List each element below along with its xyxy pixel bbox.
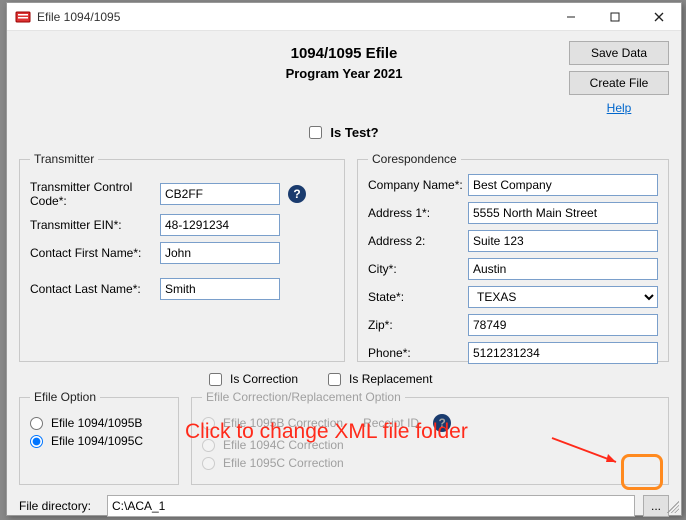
is-test-checkbox[interactable] xyxy=(309,126,322,139)
is-replacement-label[interactable]: Is Replacement xyxy=(328,372,432,386)
file-directory-label: File directory: xyxy=(19,499,99,513)
is-replacement-text: Is Replacement xyxy=(349,372,432,386)
resize-grip-icon[interactable] xyxy=(667,501,679,513)
addr2-label: Address 2: xyxy=(368,234,468,248)
page-title: 1094/1095 Efile xyxy=(119,45,569,62)
city-input[interactable] xyxy=(468,258,658,280)
is-replacement-checkbox[interactable] xyxy=(328,373,341,386)
efile-correction-legend: Efile Correction/Replacement Option xyxy=(202,390,405,404)
close-button[interactable] xyxy=(637,3,681,31)
state-label: State*: xyxy=(368,290,468,304)
first-name-input[interactable] xyxy=(160,242,280,264)
page-subtitle: Program Year 2021 xyxy=(119,66,569,81)
ein-input[interactable] xyxy=(160,214,280,236)
phone-label: Phone*: xyxy=(368,346,468,360)
help-icon: ? xyxy=(433,414,451,432)
receipt-id-label: Receipt ID xyxy=(363,416,419,430)
browse-button[interactable]: ... xyxy=(643,495,669,517)
control-code-label: Transmitter Control Code*: xyxy=(30,180,160,208)
corespondence-legend: Corespondence xyxy=(368,152,461,166)
app-window: Efile 1094/1095 1094/1095 Efile Program … xyxy=(6,2,682,516)
ein-label: Transmitter EIN*: xyxy=(30,218,160,232)
create-file-button[interactable]: Create File xyxy=(569,71,669,95)
last-name-input[interactable] xyxy=(160,278,280,300)
efile-1095c-radio[interactable] xyxy=(30,435,43,448)
file-directory-input[interactable] xyxy=(107,495,635,517)
efile-correction-group: Efile Correction/Replacement Option Efil… xyxy=(191,390,669,485)
save-data-button[interactable]: Save Data xyxy=(569,41,669,65)
content-area: 1094/1095 Efile Program Year 2021 Save D… xyxy=(7,31,681,515)
efile-1095b-radio[interactable] xyxy=(30,417,43,430)
corr-1095c-radio xyxy=(202,457,215,470)
addr1-input[interactable] xyxy=(468,202,658,224)
state-select[interactable]: TEXAS xyxy=(468,286,658,308)
addr1-label: Address 1*: xyxy=(368,206,468,220)
help-icon[interactable]: ? xyxy=(288,185,306,203)
maximize-button[interactable] xyxy=(593,3,637,31)
control-code-input[interactable] xyxy=(160,183,280,205)
help-link[interactable]: Help xyxy=(569,101,669,115)
is-test-text: Is Test? xyxy=(330,125,378,140)
city-label: City*: xyxy=(368,262,468,276)
is-test-checkbox-label[interactable]: Is Test? xyxy=(309,125,378,140)
company-label: Company Name*: xyxy=(368,178,468,192)
zip-input[interactable] xyxy=(468,314,658,336)
title-bar: Efile 1094/1095 xyxy=(7,3,681,31)
company-input[interactable] xyxy=(468,174,658,196)
window-title: Efile 1094/1095 xyxy=(37,10,549,24)
is-correction-text: Is Correction xyxy=(230,372,298,386)
corr-1095b-label: Efile 1095B Correction xyxy=(223,416,343,430)
zip-label: Zip*: xyxy=(368,318,468,332)
phone-input[interactable] xyxy=(468,342,658,364)
corespondence-group: Corespondence Company Name*: Address 1*:… xyxy=(357,152,669,362)
is-correction-label[interactable]: Is Correction xyxy=(209,372,298,386)
efile-1095c-label: Efile 1094/1095C xyxy=(51,434,143,448)
transmitter-group: Transmitter Transmitter Control Code*: ?… xyxy=(19,152,345,362)
app-icon xyxy=(15,9,31,25)
corr-1094c-label: Efile 1094C Correction xyxy=(223,438,344,452)
corr-1094c-radio xyxy=(202,439,215,452)
last-name-label: Contact Last Name*: xyxy=(30,282,160,296)
addr2-input[interactable] xyxy=(468,230,658,252)
efile-option-legend: Efile Option xyxy=(30,390,100,404)
efile-1095b-label: Efile 1094/1095B xyxy=(51,416,142,430)
first-name-label: Contact First Name*: xyxy=(30,246,160,260)
corr-1095c-label: Efile 1095C Correction xyxy=(223,456,344,470)
transmitter-legend: Transmitter xyxy=(30,152,98,166)
corr-1095b-radio xyxy=(202,417,215,430)
efile-option-group: Efile Option Efile 1094/1095B Efile 1094… xyxy=(19,390,179,485)
minimize-button[interactable] xyxy=(549,3,593,31)
is-correction-checkbox[interactable] xyxy=(209,373,222,386)
